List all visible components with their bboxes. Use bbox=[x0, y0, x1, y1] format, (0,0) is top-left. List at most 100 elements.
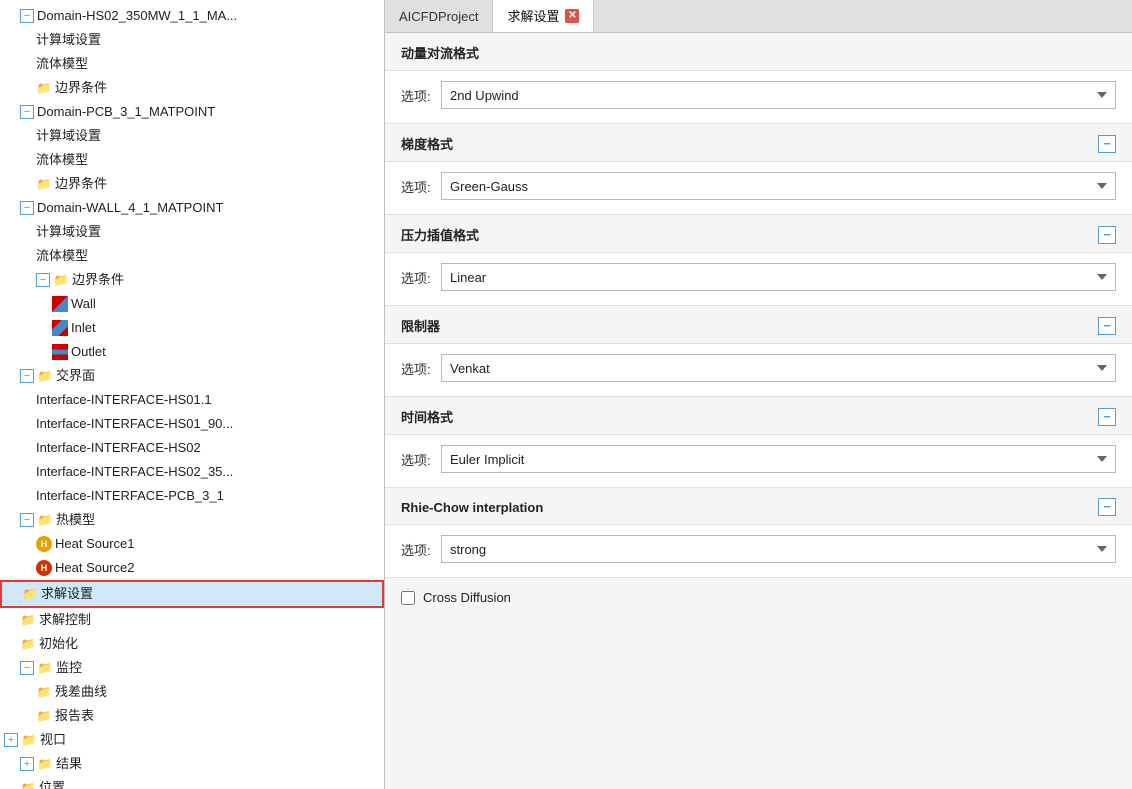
tree-item-results[interactable]: + 结果 bbox=[0, 752, 384, 776]
tree-label-position: 位置 bbox=[39, 778, 65, 789]
collapse-gradient[interactable]: − bbox=[1098, 135, 1116, 153]
tree-label-thermal: 热模型 bbox=[56, 510, 95, 530]
collapse-rhie-chow[interactable]: − bbox=[1098, 498, 1116, 516]
tree-toggle-interface[interactable]: − bbox=[20, 369, 34, 383]
tree-label-domain-hs02: Domain-HS02_350MW_1_1_MA... bbox=[37, 6, 237, 26]
tree-label-residual: 残差曲线 bbox=[55, 682, 107, 702]
tree-item-domain-pcb-fluid[interactable]: 流体模型 bbox=[0, 148, 384, 172]
tree-label-viewport: 视口 bbox=[40, 730, 66, 750]
select-gradient[interactable]: Green-Gauss Least Squares bbox=[441, 172, 1116, 200]
wall-icon bbox=[52, 296, 68, 312]
tree-item-report[interactable]: 报告表 bbox=[0, 704, 384, 728]
tree-toggle-domain-pcb[interactable]: − bbox=[20, 105, 34, 119]
folder-icon-position bbox=[20, 780, 36, 789]
collapse-time[interactable]: − bbox=[1098, 408, 1116, 426]
tree-label-init: 初始化 bbox=[39, 634, 78, 654]
cross-diffusion-checkbox[interactable] bbox=[401, 591, 415, 605]
form-label-limiter: 选项: bbox=[401, 359, 433, 378]
tree-label-monitor: 监控 bbox=[56, 658, 82, 678]
tree-label-domain-hs02-boundary: 边界条件 bbox=[55, 78, 107, 98]
tree-item-interface-hs02-35[interactable]: Interface-INTERFACE-HS02_35... bbox=[0, 460, 384, 484]
collapse-limiter[interactable]: − bbox=[1098, 317, 1116, 335]
tree-item-interface-hs02[interactable]: Interface-INTERFACE-HS02 bbox=[0, 436, 384, 460]
form-label-pressure: 选项: bbox=[401, 268, 433, 287]
inlet-icon bbox=[52, 320, 68, 336]
tree-item-monitor[interactable]: − 监控 bbox=[0, 656, 384, 680]
tree-item-domain-pcb-calc[interactable]: 计算域设置 bbox=[0, 124, 384, 148]
tree-item-inlet[interactable]: Inlet bbox=[0, 316, 384, 340]
select-time[interactable]: Euler Implicit Euler Explicit Crank-Nico… bbox=[441, 445, 1116, 473]
section-rhie-chow: Rhie-Chow interplation − 选项: strong weak bbox=[385, 488, 1132, 578]
folder-icon-pcb-boundary bbox=[36, 176, 52, 192]
select-momentum[interactable]: 2nd Upwind 1st Upwind QUICK bbox=[441, 81, 1116, 109]
tree-item-domain-hs02[interactable]: − Domain-HS02_350MW_1_1_MA... bbox=[0, 4, 384, 28]
tree-item-residual[interactable]: 残差曲线 bbox=[0, 680, 384, 704]
folder-icon-solver-control bbox=[20, 612, 36, 628]
tree-item-domain-wall-boundary[interactable]: − 边界条件 bbox=[0, 268, 384, 292]
tree-item-solver-settings[interactable]: 求解设置 bbox=[0, 580, 384, 608]
folder-icon-init bbox=[20, 636, 36, 652]
tree-item-viewport[interactable]: + 视口 bbox=[0, 728, 384, 752]
folder-icon-wall-boundary bbox=[53, 272, 69, 288]
section-time: 时间格式 − 选项: Euler Implicit Euler Explicit… bbox=[385, 397, 1132, 488]
section-title-rhie-chow: Rhie-Chow interplation bbox=[401, 500, 543, 515]
select-limiter[interactable]: Venkat Barth-Jespersen None bbox=[441, 354, 1116, 382]
section-body-gradient: 选项: Green-Gauss Least Squares bbox=[385, 162, 1132, 214]
tree-item-position[interactable]: 位置 bbox=[0, 776, 384, 789]
form-label-momentum: 选项: bbox=[401, 86, 433, 105]
tree-label-solver-control: 求解控制 bbox=[39, 610, 91, 630]
tree-item-domain-hs02-boundary[interactable]: 边界条件 bbox=[0, 76, 384, 100]
folder-icon-interface bbox=[37, 368, 53, 384]
tree-item-heat1[interactable]: H Heat Source1 bbox=[0, 532, 384, 556]
left-panel: − Domain-HS02_350MW_1_1_MA... 计算域设置 流体模型… bbox=[0, 0, 385, 789]
tree-item-domain-wall-fluid[interactable]: 流体模型 bbox=[0, 244, 384, 268]
tree-toggle-domain-hs02[interactable]: − bbox=[20, 9, 34, 23]
collapse-pressure[interactable]: − bbox=[1098, 226, 1116, 244]
section-header-limiter: 限制器 − bbox=[385, 306, 1132, 344]
form-row-gradient: 选项: Green-Gauss Least Squares bbox=[401, 172, 1116, 200]
tree-label-heat1: Heat Source1 bbox=[55, 534, 135, 554]
folder-icon-results bbox=[37, 756, 53, 772]
tree-label-domain-pcb: Domain-PCB_3_1_MATPOINT bbox=[37, 102, 215, 122]
cross-diffusion-row: Cross Diffusion bbox=[385, 578, 1132, 617]
tree-item-interface-hs01-1[interactable]: Interface-INTERFACE-HS01.1 bbox=[0, 388, 384, 412]
tree-toggle-results[interactable]: + bbox=[20, 757, 34, 771]
select-pressure[interactable]: Linear Standard Second Order bbox=[441, 263, 1116, 291]
tab-close-solver[interactable]: ✕ bbox=[565, 9, 579, 23]
folder-icon-monitor bbox=[37, 660, 53, 676]
tree-item-domain-pcb-boundary[interactable]: 边界条件 bbox=[0, 172, 384, 196]
tab-solver[interactable]: 求解设置 ✕ bbox=[493, 0, 594, 32]
tree-toggle-viewport[interactable]: + bbox=[4, 733, 18, 747]
tree-item-wall[interactable]: Wall bbox=[0, 292, 384, 316]
tree-item-heat2[interactable]: H Heat Source2 bbox=[0, 556, 384, 580]
tree-item-solver-control[interactable]: 求解控制 bbox=[0, 608, 384, 632]
settings-content: 动量对流格式 选项: 2nd Upwind 1st Upwind QUICK 梯… bbox=[385, 33, 1132, 789]
tree-item-interface-hs01-90[interactable]: Interface-INTERFACE-HS01_90... bbox=[0, 412, 384, 436]
tree-label-interface-hs01-90: Interface-INTERFACE-HS01_90... bbox=[36, 414, 233, 434]
tree-label-outlet: Outlet bbox=[71, 342, 106, 362]
tree-item-thermal[interactable]: − 热模型 bbox=[0, 508, 384, 532]
tree-item-domain-hs02-calc[interactable]: 计算域设置 bbox=[0, 28, 384, 52]
tree-toggle-domain-wall[interactable]: − bbox=[20, 201, 34, 215]
tree-item-domain-hs02-fluid[interactable]: 流体模型 bbox=[0, 52, 384, 76]
form-label-time: 选项: bbox=[401, 450, 433, 469]
tree-item-domain-wall[interactable]: − Domain-WALL_4_1_MATPOINT bbox=[0, 196, 384, 220]
tree-toggle-monitor[interactable]: − bbox=[20, 661, 34, 675]
tab-aicfd[interactable]: AICFDProject bbox=[385, 0, 493, 32]
tree-item-outlet[interactable]: Outlet bbox=[0, 340, 384, 364]
form-row-momentum: 选项: 2nd Upwind 1st Upwind QUICK bbox=[401, 81, 1116, 109]
tree-item-init[interactable]: 初始化 bbox=[0, 632, 384, 656]
folder-icon-residual bbox=[36, 684, 52, 700]
tree-label-wall: Wall bbox=[71, 294, 96, 314]
section-header-pressure: 压力插值格式 − bbox=[385, 215, 1132, 253]
select-rhie-chow[interactable]: strong weak bbox=[441, 535, 1116, 563]
tree-item-domain-wall-calc[interactable]: 计算域设置 bbox=[0, 220, 384, 244]
folder-icon-report bbox=[36, 708, 52, 724]
tree-item-domain-pcb[interactable]: − Domain-PCB_3_1_MATPOINT bbox=[0, 100, 384, 124]
tree-item-interface[interactable]: − 交界面 bbox=[0, 364, 384, 388]
section-gradient: 梯度格式 − 选项: Green-Gauss Least Squares bbox=[385, 124, 1132, 215]
tree-item-interface-pcb-3-1[interactable]: Interface-INTERFACE-PCB_3_1 bbox=[0, 484, 384, 508]
form-row-rhie-chow: 选项: strong weak bbox=[401, 535, 1116, 563]
tree-toggle-wall-boundary[interactable]: − bbox=[36, 273, 50, 287]
tree-toggle-thermal[interactable]: − bbox=[20, 513, 34, 527]
